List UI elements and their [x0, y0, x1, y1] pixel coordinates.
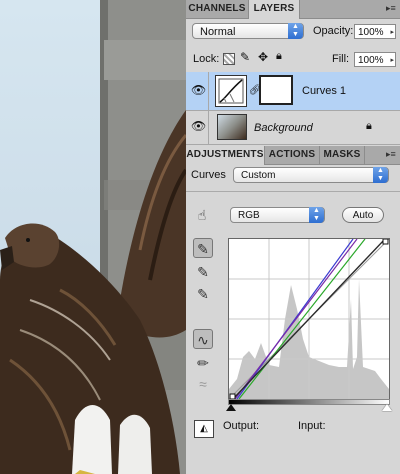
background-thumbnail[interactable]: [217, 114, 247, 140]
divider: [186, 191, 400, 192]
curve-point-white[interactable]: [382, 238, 389, 245]
opacity-label: Opacity:: [313, 25, 354, 37]
white-point-slider[interactable]: [382, 404, 392, 411]
fill-label: Fill:: [332, 53, 350, 65]
clipping-preview-icon[interactable]: ◭: [194, 420, 214, 438]
fill-field[interactable]: 100% ▸: [354, 52, 396, 67]
layer-name-curves: Curves 1: [302, 85, 347, 97]
select-arrows-icon: ▲ ▼: [373, 167, 388, 183]
blend-mode-value: Normal: [200, 26, 236, 38]
input-gradient-bar: [228, 399, 390, 405]
gray-point-eyedropper-icon[interactable]: ✎: [193, 262, 213, 282]
panel-menu-icon[interactable]: ▸≡: [386, 4, 396, 13]
output-label: Output:: [223, 420, 260, 432]
curves-preset-select[interactable]: Custom ▲ ▼: [233, 167, 389, 183]
curves-thumb-icon: [218, 78, 244, 104]
input-value-field[interactable]: [330, 418, 360, 432]
curve-edit-points-icon[interactable]: ∿: [193, 329, 213, 349]
layer-row-curves[interactable]: 👁︎ 🔗︎ Curves 1: [186, 72, 400, 111]
output-value-field[interactable]: [262, 418, 292, 432]
opacity-field[interactable]: 100% ▸: [354, 24, 396, 39]
adjustments-menu-icon[interactable]: ▸≡: [386, 150, 396, 159]
fill-dropdown-icon[interactable]: ▸: [390, 53, 394, 68]
eye-icon: 👁︎: [191, 119, 207, 133]
tab-layers[interactable]: LAYERS: [249, 0, 300, 19]
select-arrows-icon: ▲ ▼: [288, 23, 303, 39]
input-label: Input:: [298, 420, 326, 432]
eagle-photo: [0, 0, 186, 474]
auto-button[interactable]: Auto: [342, 207, 384, 223]
canvas-photo[interactable]: [0, 0, 186, 474]
lock-transparency-icon[interactable]: [223, 53, 235, 65]
tab-masks[interactable]: MASKS: [320, 146, 365, 164]
lock-move-icon[interactable]: ✥: [258, 50, 268, 64]
layer-mask-thumbnail[interactable]: [259, 75, 293, 105]
lock-label: Lock:: [193, 53, 220, 65]
tab-actions[interactable]: ACTIONS: [265, 146, 320, 164]
pencil-draw-icon[interactable]: ✏︎: [193, 353, 213, 373]
black-point-eyedropper-icon[interactable]: ✎: [193, 238, 213, 258]
layer-visibility-toggle[interactable]: 👁︎: [186, 72, 209, 110]
curves-title: Curves: [191, 169, 226, 181]
smooth-curve-icon[interactable]: ≈: [193, 374, 213, 394]
curves-preset-value: Custom: [241, 170, 276, 181]
curves-graph-canvas: [228, 238, 390, 400]
layer-lock-icon: 🔒︎: [366, 120, 372, 132]
lock-paint-icon[interactable]: ✎: [240, 50, 250, 64]
adjustments-tab-bar: ADJUSTMENTS ACTIONS MASKS ▸≡: [186, 146, 400, 165]
on-image-adjust-tool-icon[interactable]: ☝︎: [192, 205, 212, 225]
eye-icon: 👁︎: [191, 83, 207, 97]
layer-name-background: Background: [254, 122, 313, 134]
black-point-slider[interactable]: [226, 404, 236, 411]
channel-value: RGB: [238, 210, 260, 221]
tab-channels[interactable]: CHANNELS: [186, 0, 249, 18]
tab-adjustments[interactable]: ADJUSTMENTS: [186, 146, 265, 165]
channel-select[interactable]: RGB ▲ ▼: [230, 207, 325, 223]
white-point-eyedropper-icon[interactable]: ✎: [193, 284, 213, 304]
curves-adjustment-thumbnail[interactable]: [215, 75, 247, 107]
layer-visibility-toggle[interactable]: 👁︎: [186, 111, 209, 144]
curves-graph[interactable]: [228, 238, 390, 400]
opacity-value: 100%: [358, 27, 384, 38]
layers-tab-bar: CHANNELS LAYERS ▸≡: [186, 0, 400, 19]
layer-row-background[interactable]: 👁︎ Background 🔒︎: [186, 111, 400, 145]
blend-mode-select[interactable]: Normal ▲ ▼: [192, 23, 304, 39]
select-arrows-icon: ▲ ▼: [309, 207, 324, 223]
opacity-dropdown-icon[interactable]: ▸: [390, 25, 394, 40]
fill-value: 100%: [358, 55, 384, 66]
lock-all-icon[interactable]: 🔒︎: [276, 50, 282, 63]
